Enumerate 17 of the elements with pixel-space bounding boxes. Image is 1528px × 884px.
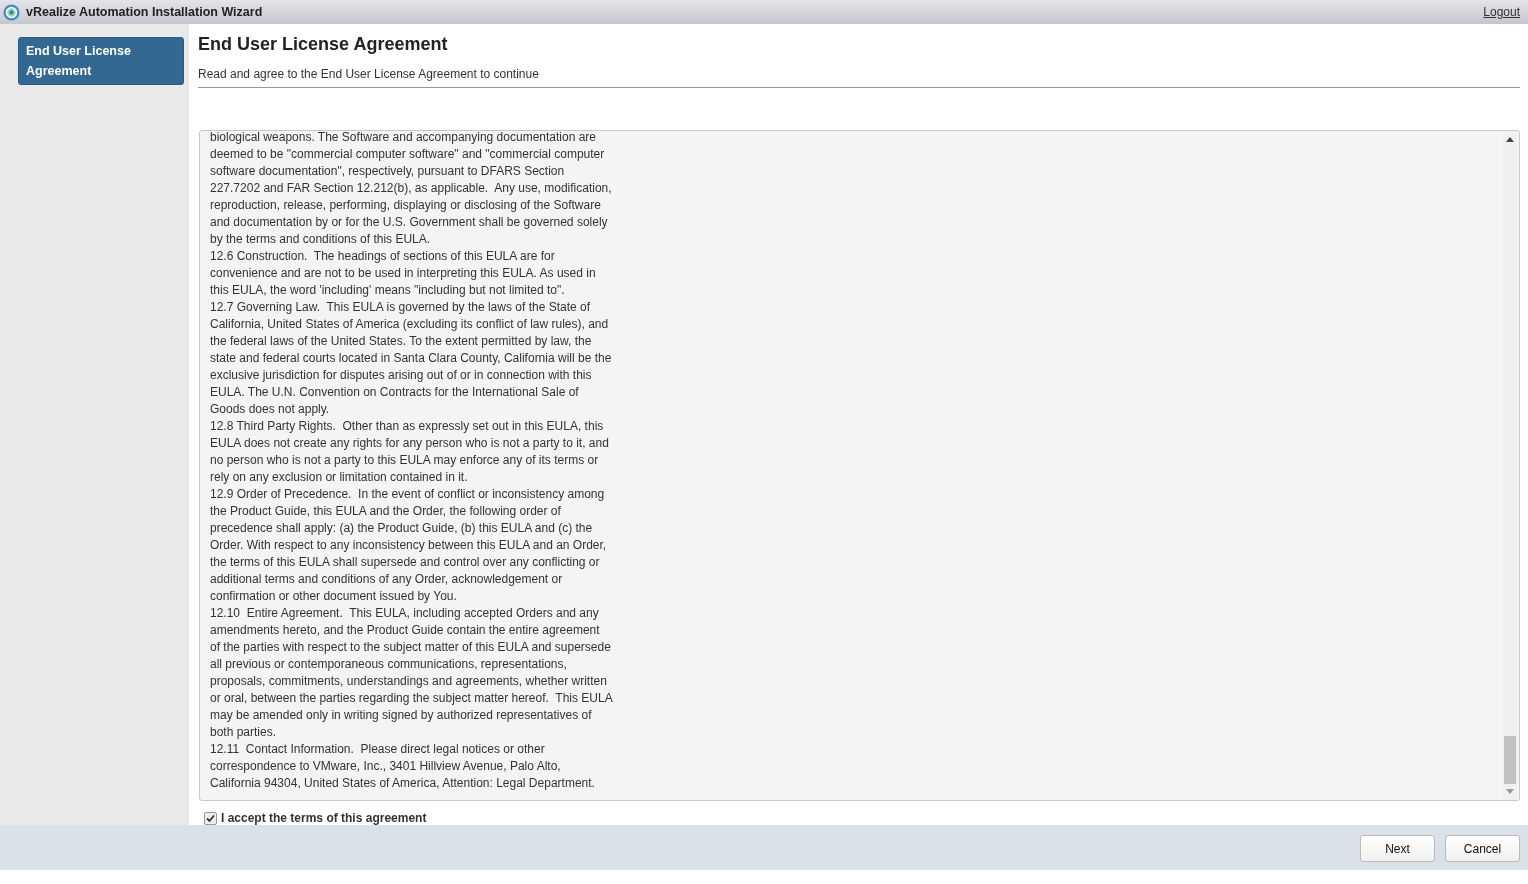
- accept-checkbox[interactable]: [204, 811, 217, 825]
- license-paragraph: 12.6 Construction. The headings of sections of this EULA are for convenience and are not to be used in interpreting this EULA. As used in this EULA, the word 'including' means "including but not limited to".: [210, 248, 597, 299]
- page-title: End User License Agreement: [198, 33, 449, 56]
- app-logo-icon: [3, 3, 20, 21]
- license-paragraph: 12.8 Third Party Rights. Other than as expressly set out in this EULA, this EULA does not create any rights for any person who is not a party to it, and no person who is not a party to this EULA may enforce any of its terms or rely on any exclusion or limitation contained in it.: [210, 418, 610, 486]
- license-paragraph: 12.11 Contact Information. Please direct legal notices or other correspondence to VMware, Inc., 3401 Hillview Avenue, Palo Alto, California 94304, United States of America, Attention: Legal Department.: [210, 741, 596, 792]
- license-paragraph: 12.7 Governing Law. This EULA is governed by the laws of the State of California, United States of America (excluding its conflict of law rules), and the federal laws of the United States. To the extent permitted by law, the state and federal courts located in Santa Clara County, California will be the exclusive jurisdiction for disputes arising out of or in connection with this EULA. The U.N. Convention on Contracts for the International Sale of Goods does not apply.: [210, 299, 612, 418]
- logout-link[interactable]: Logout: [1483, 5, 1520, 19]
- wizard-button[interactable]: Cancel: [1445, 835, 1520, 862]
- license-paragraph: biological weapons. The Software and accompanying documentation are deemed to be "commercial computer software" and "commercial computer software documentation", respectively, pursuant to DFARS Section 227.7202 and FAR Section 12.212(b), as applicable. Any use, modification, reproduction, release, performing, displaying or disclosing of the Software and documentation by or for the U.S. Government shall be governed solely by the terms and conditions of this EULA.: [210, 131, 612, 248]
- window-title: vRealize Automation Installation Wizard: [26, 5, 264, 19]
- license-paragraph: 12.9 Order of Precedence. In the event of conflict or inconsistency among the Product Guide, this EULA and the Order, the following order of precedence shall apply: (a) the Product Guide, (b) this EULA and (c) the Order. With respect to any inconsistency between this EULA and an Order, the terms of this EULA shall supersede and control over any conflicting or additional terms and conditions of any Order, acknowledgement or confirmation or other document issued by You.: [210, 486, 608, 605]
- wizard-button[interactable]: Next: [1360, 835, 1435, 862]
- page-subtitle: Read and agree to the End User License Agreement to continue: [198, 66, 1520, 88]
- accept-label: I accept the terms of this agreement: [221, 811, 427, 825]
- license-paragraph: 12.10 Entire Agreement. This EULA, including accepted Orders and any amendments hereto, and the Product Guide contain the entire agreement of the parties with respect to the subject matter of this EULA and supersede all previous or contemporaneous communications, representations, proposals, commitments, understandings and agreements, whether written or oral, between the parties regarding the subject matter hereof. This EULA may be amended only in writing signed by authorized representatives of both parties.: [210, 605, 612, 741]
- sidebar-item[interactable]: End User License Agreement: [18, 37, 184, 85]
